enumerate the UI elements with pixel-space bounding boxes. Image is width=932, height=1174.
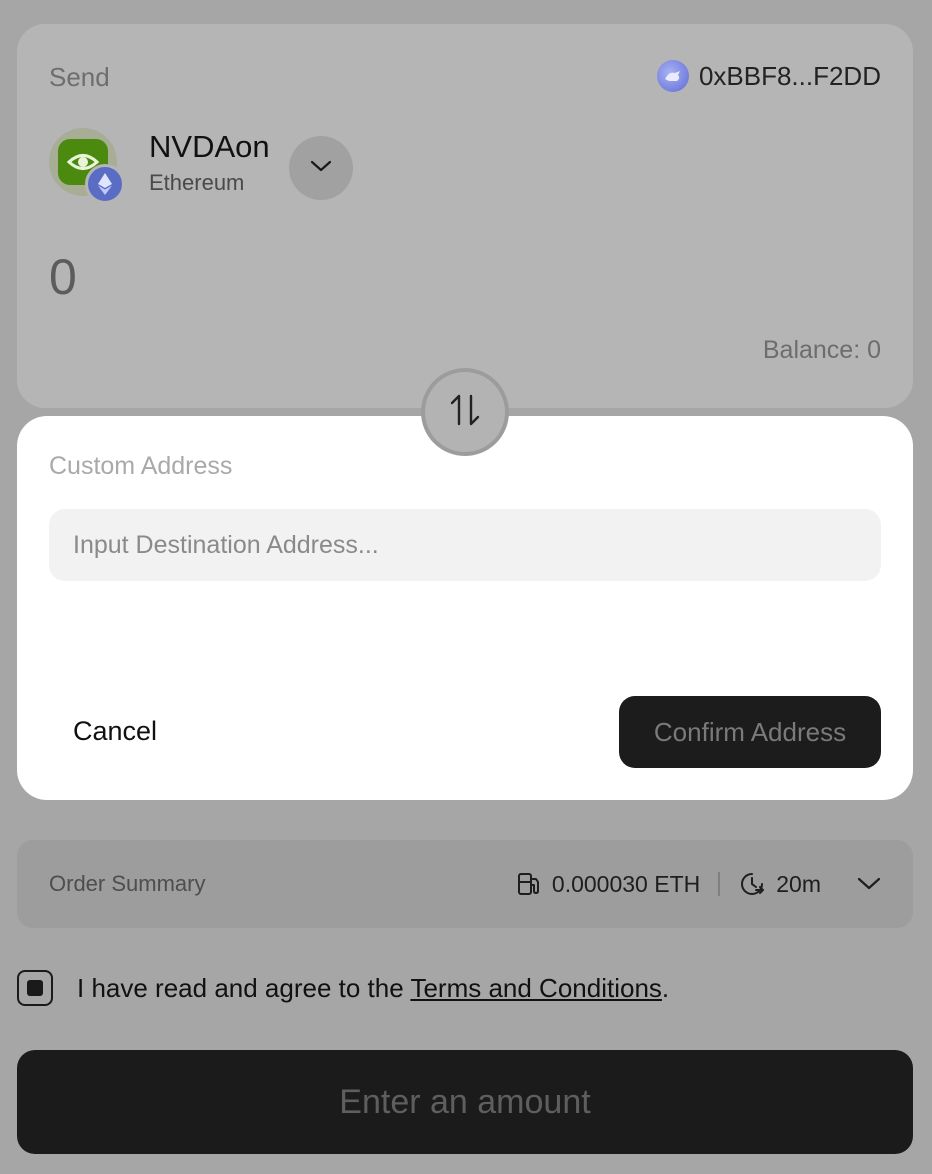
token-symbol: NVDAon	[149, 129, 270, 164]
token-chain: Ethereum	[149, 170, 245, 195]
terms-prefix: I have read and agree to the	[77, 972, 411, 1003]
divider	[718, 872, 721, 896]
order-summary-bar[interactable]: Order Summary 0.000030 ETH 20m	[17, 840, 913, 928]
terms-checkbox[interactable]	[17, 970, 53, 1006]
gas-fee: 0.000030 ETH	[551, 870, 701, 897]
chevron-down-icon	[310, 159, 332, 177]
terms-link[interactable]: Terms and Conditions	[410, 973, 661, 1003]
token-dropdown-button[interactable]	[289, 136, 353, 200]
ethereum-icon	[85, 164, 125, 204]
send-card: Send 0xBBF8...F2DD NVDAon Ethereum 0 Bal…	[17, 24, 913, 408]
terms-text: I have read and agree to the Terms and C…	[77, 973, 669, 1004]
swap-arrows-icon	[449, 393, 481, 432]
gas-pump-icon	[516, 871, 542, 897]
order-summary-details: 0.000030 ETH 20m	[516, 870, 881, 898]
destination-address-input[interactable]	[49, 509, 881, 581]
wallet-avatar-icon	[656, 60, 689, 92]
terms-suffix: .	[661, 972, 670, 1003]
terms-agreement: I have read and agree to the Terms and C…	[17, 970, 669, 1006]
swap-direction-button[interactable]	[421, 368, 509, 456]
enter-amount-button[interactable]: Enter an amount	[17, 1050, 913, 1154]
balance-text: Balance: 0	[762, 336, 881, 364]
confirm-address-button[interactable]: Confirm Address	[619, 696, 881, 768]
custom-address-modal: Custom Address Cancel Confirm Address	[17, 416, 913, 800]
order-summary-label: Order Summary	[49, 871, 206, 896]
cancel-button[interactable]: Cancel	[73, 716, 157, 747]
amount-input[interactable]: 0	[49, 248, 77, 306]
wallet-address-chip[interactable]: 0xBBF8...F2DD	[656, 60, 881, 92]
clock-refresh-icon	[738, 870, 766, 898]
modal-title: Custom Address	[49, 452, 233, 480]
token-selector[interactable]: NVDAon Ethereum	[49, 128, 270, 204]
chevron-down-icon[interactable]	[857, 877, 881, 891]
send-label: Send	[49, 62, 110, 92]
checkbox-mark	[27, 980, 43, 996]
token-info: NVDAon Ethereum	[149, 128, 270, 196]
token-logo	[49, 128, 125, 204]
estimated-time: 20m	[776, 870, 821, 897]
wallet-address: 0xBBF8...F2DD	[698, 60, 881, 91]
